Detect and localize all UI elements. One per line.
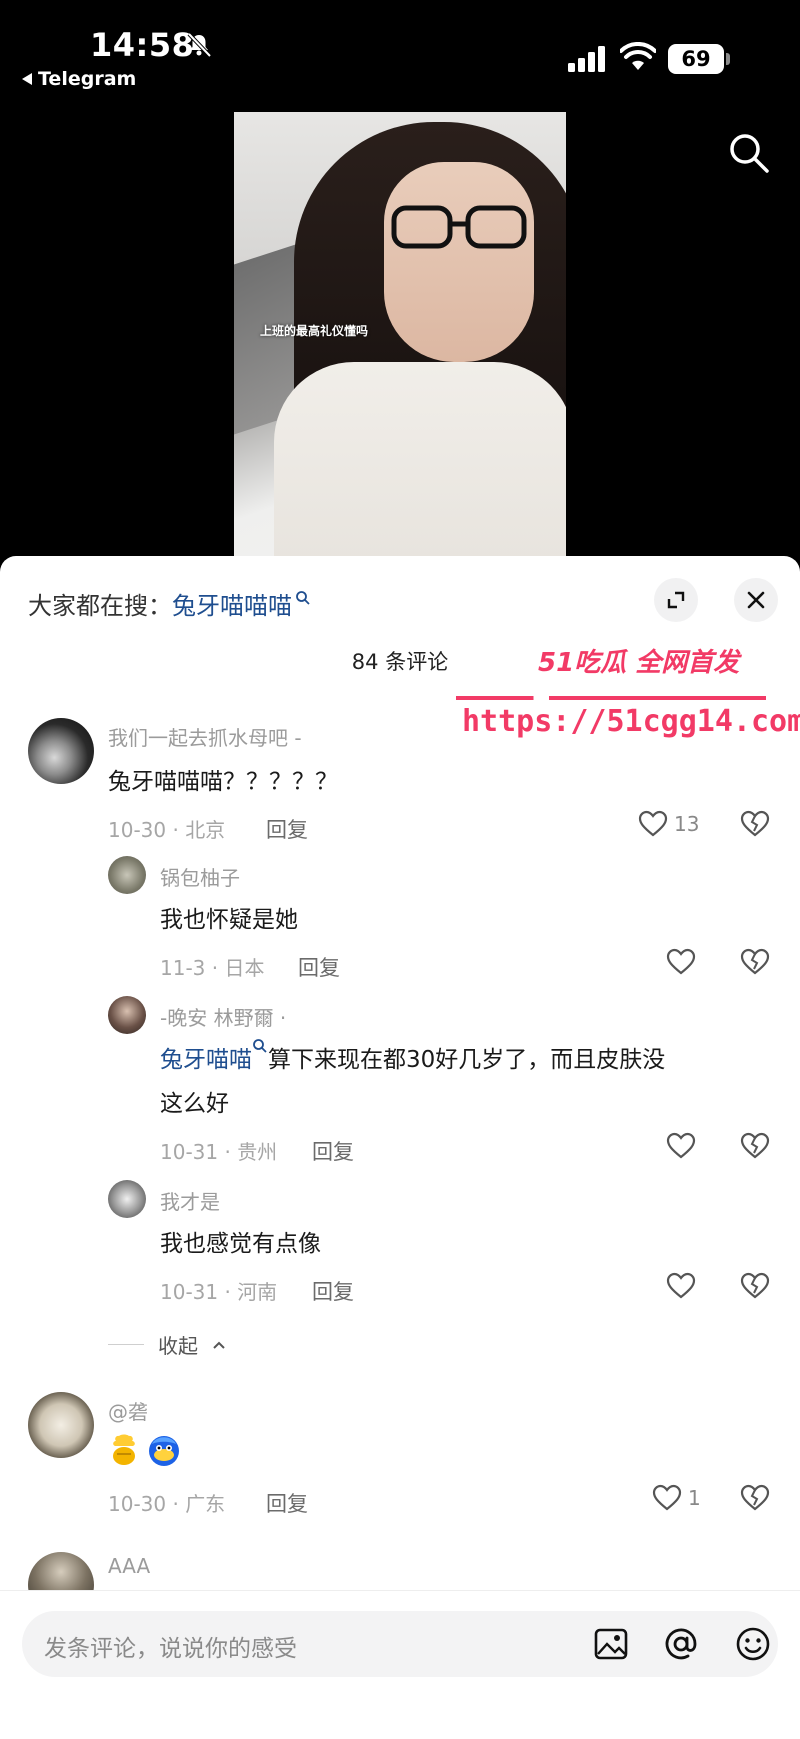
comment-meta: 10-30 · 广东 xyxy=(108,1492,226,1516)
broken-heart-icon[interactable] xyxy=(740,948,770,976)
heart-icon[interactable] xyxy=(666,948,696,976)
reply-text-line2: 这么好 xyxy=(160,1091,229,1117)
image-icon[interactable] xyxy=(588,1621,634,1667)
heart-icon xyxy=(652,1484,682,1511)
video-person-glasses xyxy=(391,205,527,249)
reply-username[interactable]: -晚安 林野爾 · xyxy=(160,1002,286,1031)
wifi-icon xyxy=(620,42,656,70)
avatar[interactable] xyxy=(28,718,94,784)
reply-meta: 10-31 · 贵州 xyxy=(160,1140,278,1164)
mention-link[interactable]: 兔牙喵喵 xyxy=(160,1047,252,1073)
like-button[interactable]: 1 xyxy=(652,1484,701,1512)
reply-button[interactable]: 回复 xyxy=(266,1488,308,1518)
watermark-url: https://51cgg14.com xyxy=(462,704,800,739)
expand-button[interactable] xyxy=(654,578,698,622)
reply-username[interactable]: 锅包柚子 xyxy=(160,862,240,891)
avatar[interactable] xyxy=(108,996,146,1034)
like-count: 13 xyxy=(674,812,700,836)
reply-button[interactable]: 回复 xyxy=(266,814,308,844)
trending-prefix: 大家都在搜： xyxy=(28,592,172,620)
chevron-up-icon xyxy=(213,1341,225,1349)
watermark-divider xyxy=(456,696,766,700)
search-icon[interactable] xyxy=(726,130,772,176)
comment-username[interactable]: @砻 xyxy=(108,1396,148,1425)
trending-keyword[interactable]: 兔牙喵喵喵 xyxy=(172,586,292,621)
mute-bell-icon xyxy=(187,32,212,58)
video-person-face xyxy=(384,162,534,362)
video-caption: 上班的最高礼仪懂吗 xyxy=(260,324,369,338)
comment-username[interactable]: AAA xyxy=(108,1554,150,1578)
signal-icon xyxy=(568,46,605,72)
reply-meta: 11-3 · 日本 xyxy=(160,956,265,980)
reply-button[interactable]: 回复 xyxy=(312,1276,354,1306)
comment-text: 兔牙喵喵喵？？？？？ xyxy=(108,769,338,795)
reply-text: 兔牙喵喵 算下来现在都30好几岁了，而且皮肤没 xyxy=(160,1039,666,1074)
collapse-divider xyxy=(108,1344,144,1345)
collapse-replies-button[interactable]: 收起 xyxy=(108,1330,226,1359)
status-bar: 14:58 Telegram 69 xyxy=(0,0,800,100)
comment-meta: 10-30 · 北京 xyxy=(108,818,226,842)
like-count: 1 xyxy=(688,1486,701,1510)
comment-sheet: 大家都在搜： 兔牙喵喵喵 84 条评论 51吃瓜 全网首发 https://51… xyxy=(0,556,800,1739)
reply-button[interactable]: 回复 xyxy=(298,952,340,982)
search-icon xyxy=(296,590,310,605)
at-icon[interactable] xyxy=(658,1621,704,1667)
comment-username[interactable]: 我们一起去抓水母吧 - xyxy=(108,722,302,751)
expand-icon xyxy=(667,591,685,609)
heart-icon[interactable] xyxy=(666,1132,696,1160)
comment-input[interactable]: 发条评论，说说你的感受 xyxy=(22,1611,778,1677)
bird-emoji-icon xyxy=(149,1436,179,1466)
comment-input-placeholder: 发条评论，说说你的感受 xyxy=(44,1636,297,1662)
battery-cap xyxy=(726,53,730,65)
status-time: 14:58 xyxy=(90,26,195,64)
broken-heart-icon[interactable] xyxy=(740,1272,770,1300)
video-person-shirt xyxy=(274,362,566,560)
close-button[interactable] xyxy=(734,578,778,622)
search-icon xyxy=(253,1039,267,1053)
reply-button[interactable]: 回复 xyxy=(312,1136,354,1166)
reply-meta: 10-31 · 河南 xyxy=(160,1280,278,1304)
comment-emojis xyxy=(108,1432,182,1468)
back-app-label: Telegram xyxy=(38,68,137,90)
avatar[interactable] xyxy=(108,856,146,894)
like-button[interactable]: 13 xyxy=(638,810,699,838)
broken-heart-icon[interactable] xyxy=(740,1132,770,1160)
broken-heart-icon[interactable] xyxy=(740,810,770,838)
sheet-header: 大家都在搜： 兔牙喵喵喵 xyxy=(0,556,800,626)
emoji-icon[interactable] xyxy=(730,1621,776,1667)
video-player[interactable]: 上班的最高礼仪懂吗 xyxy=(234,112,566,560)
back-arrow-icon xyxy=(22,73,32,85)
reply-text: 我也感觉有点像 xyxy=(160,1231,321,1257)
battery-indicator: 69 xyxy=(668,44,724,74)
close-icon xyxy=(747,591,765,609)
broken-heart-icon[interactable] xyxy=(740,1484,770,1512)
avatar[interactable] xyxy=(28,1392,94,1458)
back-to-app-link[interactable]: Telegram xyxy=(22,68,136,90)
heart-icon xyxy=(638,810,668,837)
comment-input-bar: 发条评论，说说你的感受 xyxy=(0,1590,800,1739)
trending-search[interactable]: 大家都在搜： 兔牙喵喵喵 xyxy=(28,586,311,621)
watermark-title: 51吃瓜 全网首发 xyxy=(538,648,740,678)
reply-text: 我也怀疑是她 xyxy=(160,907,298,933)
avatar[interactable] xyxy=(108,1180,146,1218)
reply-text-line1: 算下来现在都30好几岁了，而且皮肤没 xyxy=(268,1047,666,1073)
collapse-label: 收起 xyxy=(158,1334,198,1358)
heart-icon[interactable] xyxy=(666,1272,696,1300)
fist-emoji-icon xyxy=(113,1434,135,1465)
reply-username[interactable]: 我才是 xyxy=(160,1186,220,1215)
